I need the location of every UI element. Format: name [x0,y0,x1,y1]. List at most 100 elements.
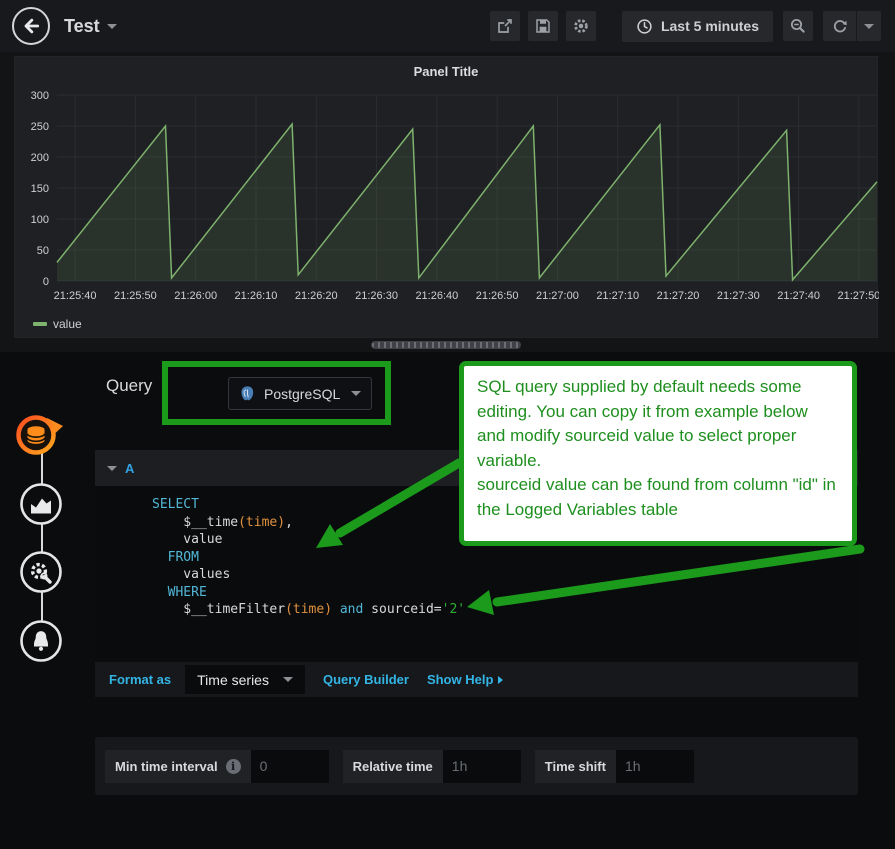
refresh-interval-button[interactable] [857,11,881,41]
time-series-chart[interactable]: 0 50 100 150 200 250 300 21:25:40 21:25:50 21:26:… [15,85,879,315]
share-icon [496,17,514,35]
time-range-button[interactable]: Last 5 minutes [622,11,773,42]
info-icon[interactable]: i [226,759,241,774]
dashboard-area: Panel Title 0 50 100 150 200 250 300 21:25:40 21… [0,52,895,352]
x-axis-label: 21:26:40 [415,290,458,302]
x-axis-label: 21:27:00 [536,290,579,302]
x-axis-label: 21:26:10 [235,290,278,302]
chart-icon [19,482,63,526]
back-button[interactable] [12,7,50,45]
time-shift-input[interactable] [616,750,694,783]
format-as-label: Format as [109,672,171,687]
series-fill [57,124,877,281]
arrow-left-icon [21,16,41,36]
y-axis-label: 300 [31,90,49,102]
min-interval-label: Min time interval [115,759,218,774]
time-range-label: Last 5 minutes [661,18,759,34]
datasource-name: PostgreSQL [264,386,343,402]
y-axis-label: 200 [31,152,49,164]
collapse-caret-icon [107,466,117,471]
time-shift-label-box: Time shift [535,750,616,783]
x-axis-label: 21:26:20 [295,290,338,302]
x-axis-label: 21:27:50 [837,290,879,302]
show-help-caret-icon [498,676,503,684]
relative-time-input[interactable] [443,750,521,783]
code-line: FROM [152,549,858,567]
panel-resize-handle[interactable] [371,341,521,349]
y-axis-label: 150 [31,183,49,195]
annotation-text-1: SQL query supplied by default needs some… [477,375,839,473]
legend-series-icon [33,322,47,326]
query-ref-id: A [125,461,134,476]
min-interval-input[interactable] [251,750,329,783]
refresh-button[interactable] [823,11,857,41]
x-axis-label: 21:26:50 [476,290,519,302]
dashboard-title-text: Test [64,16,100,37]
y-axis-label: 250 [31,121,49,133]
relative-time-group: Relative time [343,750,521,783]
query-toolbar: Format as Time series Query Builder Show… [95,662,858,697]
query-editor-section: Query PostgreSQL SQL query supplied by d… [0,352,895,849]
refresh-icon [831,17,849,35]
panel-settings-button[interactable] [566,11,596,41]
panel-resize-strip [14,338,878,352]
relative-time-label-box: Relative time [343,750,443,783]
time-shift-group: Time shift [535,750,694,783]
min-interval-label-box: Min time interval i [105,750,251,783]
time-shift-label: Time shift [545,759,606,774]
x-axis-label: 21:26:00 [174,290,217,302]
query-options-card: Min time interval i Relative time Time s… [95,737,858,795]
bell-icon [19,619,63,663]
navbar: Test [0,0,895,52]
format-as-value: Time series [197,672,269,688]
format-as-dropdown[interactable]: Time series [185,665,305,694]
panel-title[interactable]: Panel Title [15,57,877,85]
query-builder-button[interactable]: Query Builder [323,672,409,687]
search-minus-icon [789,17,807,35]
tab-general[interactable] [19,550,63,594]
x-axis-label: 21:25:50 [114,290,157,302]
postgresql-icon [239,385,256,402]
chevron-down-icon [351,391,361,396]
annotation-note: SQL query supplied by default needs some… [459,361,857,546]
tab-alert[interactable] [19,619,63,663]
dashboard-title[interactable]: Test [64,16,117,37]
min-interval-group: Min time interval i [105,750,329,783]
code-line: $__timeFilter(time) and sourceid='2' [152,601,858,619]
x-axis-label: 21:27:30 [717,290,760,302]
query-section-label: Query [106,376,152,396]
legend-series-label[interactable]: value [53,317,82,331]
x-axis-label: 21:27:10 [596,290,639,302]
zoom-out-button[interactable] [783,11,813,41]
database-icon [14,411,66,459]
clock-icon [636,18,653,35]
tab-rail-connector [41,430,43,642]
datasource-picker[interactable]: PostgreSQL [228,377,372,410]
show-help-label: Show Help [427,672,493,687]
x-axis-label: 21:27:40 [777,290,820,302]
chevron-down-icon [107,24,117,29]
chart-legend: value [15,315,877,331]
y-axis-label: 50 [37,245,49,257]
tab-visualization[interactable] [19,482,63,526]
code-line: values [152,566,858,584]
graph-panel: Panel Title 0 50 100 150 200 250 300 21:25:40 21… [14,56,878,338]
grafana-app: Test [0,0,895,849]
gear-wrench-icon [19,550,63,594]
save-button[interactable] [528,11,558,41]
x-axis-label: 21:27:20 [657,290,700,302]
y-axis-label: 0 [43,276,49,288]
share-button[interactable] [490,11,520,41]
tab-queries[interactable] [14,411,66,459]
x-axis-label: 21:26:30 [355,290,398,302]
show-help-button[interactable]: Show Help [427,672,503,687]
chevron-down-icon [864,24,874,29]
code-line: WHERE [152,584,858,602]
query-builder-label: Query Builder [323,672,409,687]
relative-time-label: Relative time [353,759,433,774]
x-axis-label: 21:25:40 [54,290,97,302]
y-axis-label: 100 [31,214,49,226]
annotation-text-2: sourceid value can be found from column … [477,473,839,522]
save-icon [534,17,552,35]
gear-icon [572,17,590,35]
